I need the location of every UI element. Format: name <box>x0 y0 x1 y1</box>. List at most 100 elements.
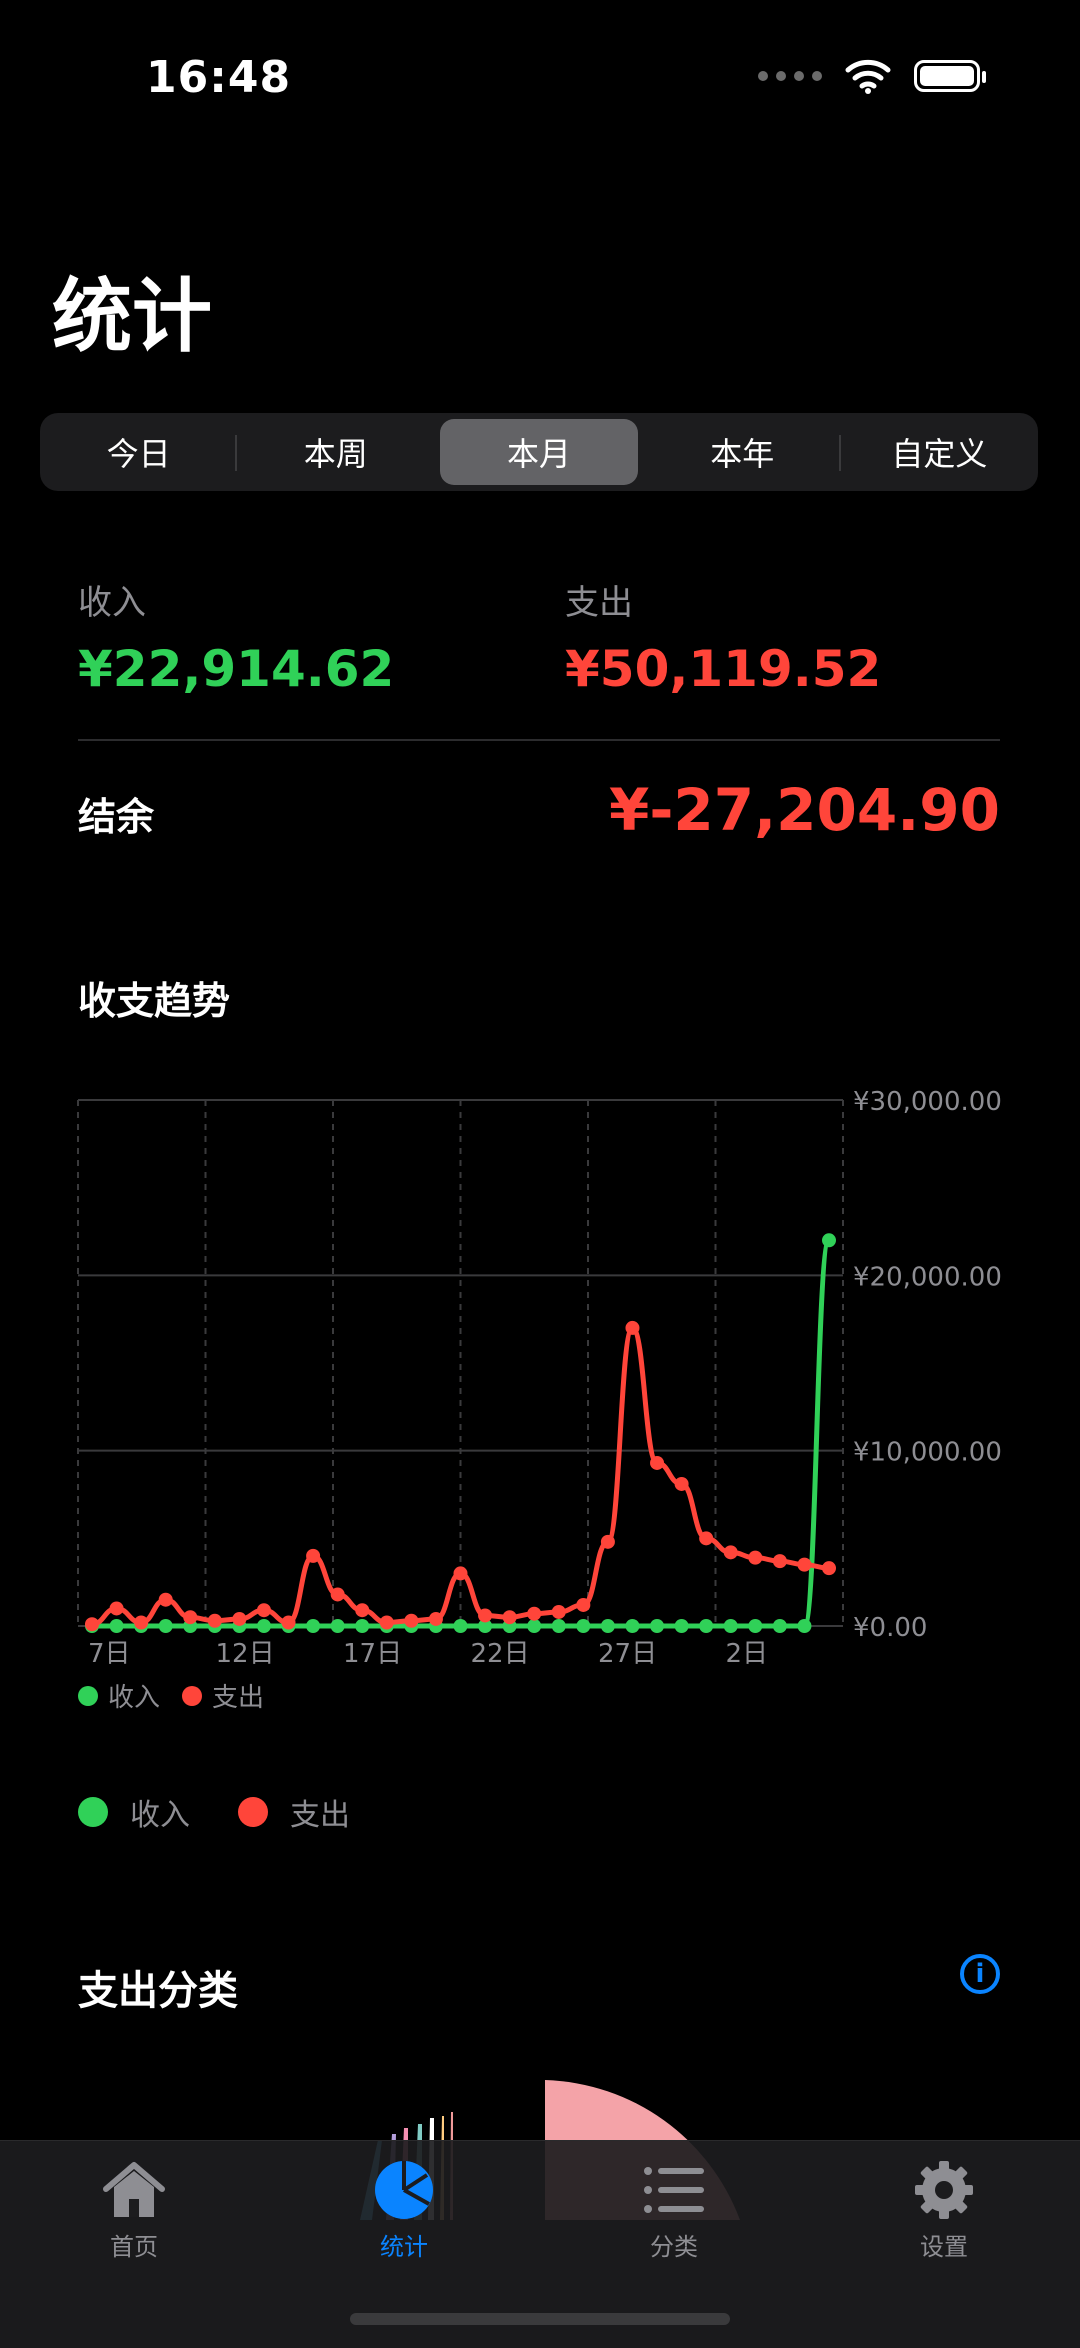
tab-label: 设置 <box>920 2233 968 2261</box>
trend-chart-svg: ¥30,000.00 ¥20,000.00 ¥10,000.00 ¥0.00 7日 12日… <box>77 1087 1002 1713</box>
data-point <box>551 1604 566 1619</box>
data-point <box>330 1619 345 1633</box>
expense-label: 支出 <box>565 583 633 623</box>
data-point <box>723 1545 738 1560</box>
data-point <box>330 1587 345 1602</box>
y-tick-label: ¥20,000.00 <box>853 1262 1002 1292</box>
period-segmented-control: 今日 本周 本月 本年 自定义 <box>40 413 1038 491</box>
data-point <box>723 1619 738 1633</box>
income-value: ¥22,914.62 <box>78 640 395 698</box>
data-point <box>527 1619 542 1633</box>
balance-label: 结余 <box>78 795 155 839</box>
expense-dot-icon <box>238 1797 268 1827</box>
tab-settings[interactable]: 设置 <box>854 2159 1034 2262</box>
data-point <box>625 1619 640 1633</box>
legend-dot-icon <box>78 1686 98 1706</box>
x-tick-label: 12日 <box>216 1639 275 1669</box>
data-point <box>453 1566 468 1581</box>
data-point <box>109 1619 124 1633</box>
data-point <box>551 1619 566 1633</box>
divider <box>78 739 1000 741</box>
data-point <box>699 1531 714 1546</box>
trend-section-title: 收支趋势 <box>78 979 231 1023</box>
category-section-title: 支出分类 <box>78 1968 238 2014</box>
data-point <box>85 1617 99 1632</box>
x-tick-label: 27日 <box>598 1639 657 1669</box>
data-point <box>158 1592 173 1607</box>
x-tick-label: 17日 <box>343 1639 402 1669</box>
battery-icon <box>914 60 986 92</box>
segment-label: 本月 <box>507 435 572 473</box>
legend-label: 支出 <box>290 1798 350 1833</box>
y-tick-label: ¥0.00 <box>853 1613 927 1643</box>
gear-icon <box>915 2161 973 2219</box>
data-point <box>674 1619 689 1633</box>
data-point <box>232 1611 247 1626</box>
data-point <box>748 1619 763 1633</box>
x-tick-label: 22日 <box>471 1639 530 1669</box>
x-tick-label: 7日 <box>88 1639 131 1669</box>
data-point <box>404 1613 419 1628</box>
data-point <box>158 1619 173 1633</box>
expense-value: ¥50,119.52 <box>565 640 882 698</box>
data-point <box>306 1548 321 1563</box>
legend-label: 收入 <box>130 1798 190 1833</box>
trend-chart: ¥30,000.00 ¥20,000.00 ¥10,000.00 ¥0.00 7日 12日… <box>0 1080 1080 1720</box>
balance-value: ¥-27,204.90 <box>609 776 1000 844</box>
data-point <box>281 1615 296 1630</box>
data-point <box>772 1554 787 1569</box>
data-point <box>772 1619 787 1633</box>
data-point <box>256 1603 271 1618</box>
data-point <box>674 1476 689 1491</box>
segment-week[interactable]: 本周 <box>237 419 434 485</box>
income-dot-icon <box>78 1797 108 1827</box>
data-point <box>502 1610 517 1625</box>
legend-item-income: 收入 <box>78 1790 190 1834</box>
segment-month[interactable]: 本月 <box>440 419 638 485</box>
y-tick-label: ¥10,000.00 <box>853 1438 1002 1468</box>
segment-label: 本周 <box>303 435 368 473</box>
segment-custom[interactable]: 自定义 <box>841 419 1038 485</box>
data-point <box>699 1619 714 1633</box>
status-time: 16:48 <box>146 52 292 103</box>
segment-label: 自定义 <box>891 435 988 473</box>
data-point <box>600 1534 615 1549</box>
signal-icon <box>758 71 822 81</box>
segment-today[interactable]: 今日 <box>40 419 238 485</box>
data-point <box>797 1557 812 1572</box>
data-point <box>109 1601 124 1616</box>
legend-dot-icon <box>182 1686 202 1706</box>
data-point <box>650 1455 665 1470</box>
data-point <box>625 1320 640 1335</box>
data-point <box>355 1619 370 1633</box>
data-point <box>600 1619 615 1633</box>
list-icon <box>644 2167 704 2213</box>
data-point <box>453 1619 468 1633</box>
tab-categories[interactable]: 分类 <box>584 2159 764 2262</box>
data-point <box>379 1615 394 1630</box>
y-tick-label: ¥30,000.00 <box>853 1087 1002 1117</box>
tab-statistics[interactable]: 统计 <box>314 2159 494 2262</box>
data-point <box>183 1610 198 1625</box>
data-point <box>306 1619 321 1633</box>
wifi-icon <box>845 59 891 94</box>
info-circle-icon[interactable]: i <box>960 1954 1000 1994</box>
legend-label: 支出 <box>212 1683 264 1713</box>
data-point <box>822 1561 836 1576</box>
data-point <box>207 1613 222 1628</box>
data-point <box>822 1233 836 1248</box>
page-title: 统计 <box>52 270 212 363</box>
data-point <box>256 1619 271 1633</box>
legend-item-expense: 支出 <box>238 1790 350 1834</box>
data-point <box>428 1611 443 1626</box>
status-indicators <box>758 58 986 94</box>
data-point <box>748 1550 763 1565</box>
income-label: 收入 <box>78 583 146 623</box>
tab-label: 首页 <box>110 2233 158 2261</box>
data-point <box>527 1606 542 1621</box>
trend-legend: 收入 支出 <box>78 1790 398 1834</box>
segment-year[interactable]: 本年 <box>644 419 841 485</box>
tab-home[interactable]: 首页 <box>44 2159 224 2262</box>
data-point <box>576 1619 591 1633</box>
tab-label: 分类 <box>650 2233 698 2261</box>
